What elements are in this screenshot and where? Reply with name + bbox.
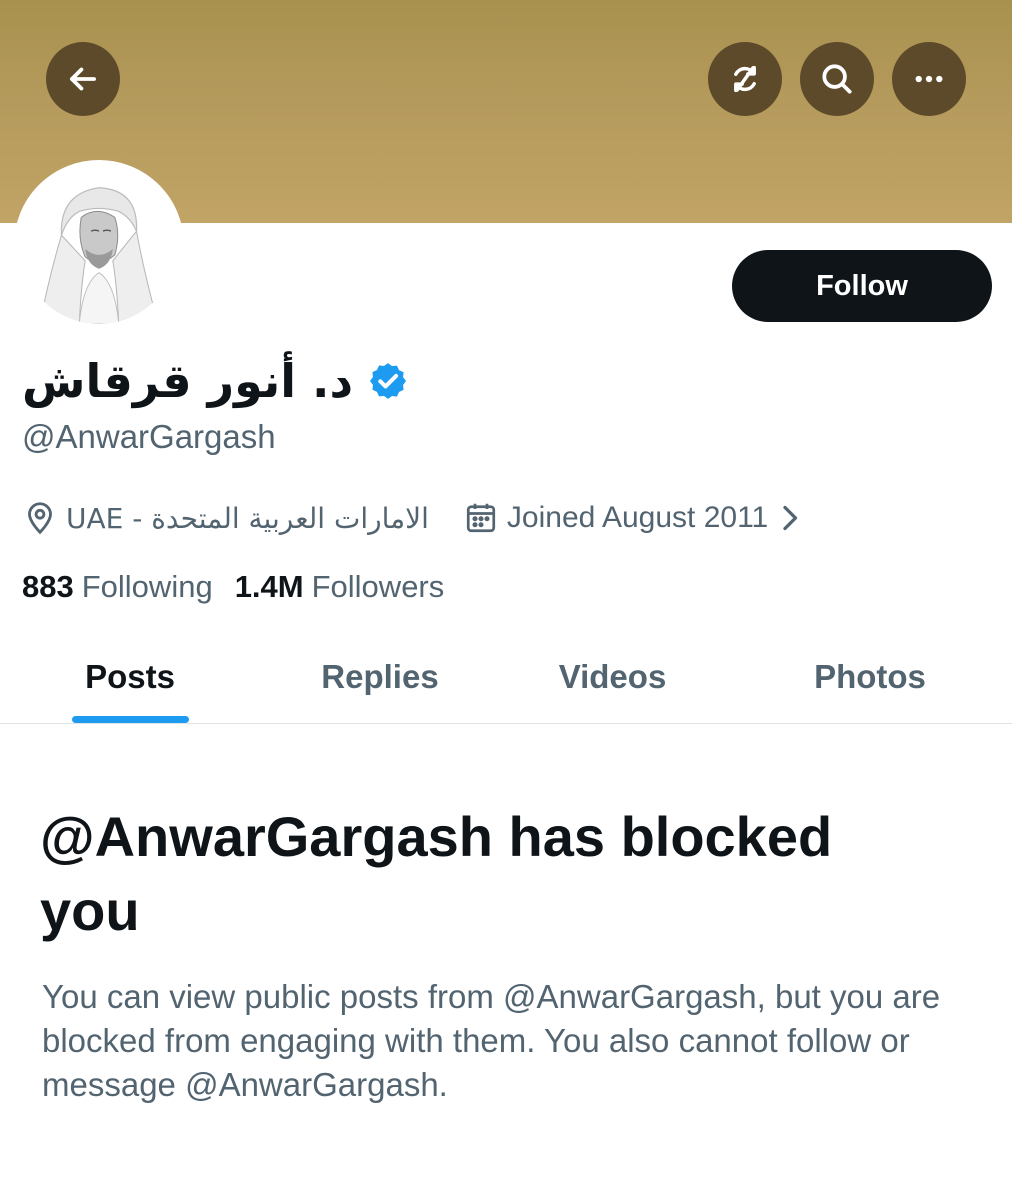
refresh-off-icon bbox=[726, 60, 764, 98]
follow-button[interactable]: Follow bbox=[732, 250, 992, 322]
tab-photos[interactable]: Photos bbox=[790, 630, 950, 723]
followers-stat[interactable]: 1.4M Followers bbox=[235, 569, 445, 605]
refresh-off-button[interactable] bbox=[708, 42, 782, 116]
calendar-icon bbox=[463, 500, 499, 536]
tab-replies[interactable]: Replies bbox=[300, 630, 460, 723]
arrow-left-icon bbox=[64, 60, 102, 98]
back-button[interactable] bbox=[46, 42, 120, 116]
location-pin-icon bbox=[22, 500, 58, 536]
following-count: 883 bbox=[22, 569, 74, 604]
followers-label: Followers bbox=[311, 569, 445, 604]
avatar[interactable] bbox=[14, 160, 184, 330]
chevron-right-icon bbox=[776, 500, 806, 536]
profile-tabs: Posts Replies Videos Photos bbox=[0, 630, 1012, 724]
tab-videos[interactable]: Videos bbox=[540, 630, 685, 723]
joined-text: Joined August 2011 bbox=[506, 501, 769, 534]
location-text: UAE - الامارات العربية المتحدة bbox=[66, 501, 429, 535]
blocked-title: @AnwarGargash has blocked you bbox=[40, 805, 833, 942]
verified-badge-icon[interactable] bbox=[367, 360, 409, 402]
profile-meta-row: UAE - الامارات العربية المتحدة Joined Au… bbox=[22, 496, 806, 540]
tab-posts[interactable]: Posts bbox=[60, 630, 200, 723]
search-button[interactable] bbox=[800, 42, 874, 116]
more-button[interactable] bbox=[892, 42, 966, 116]
blocked-description: You can view public posts from @AnwarGar… bbox=[42, 978, 941, 1103]
profile-handle: @AnwarGargash bbox=[22, 418, 276, 455]
follow-stats-row: 883 Following 1.4M Followers bbox=[22, 565, 444, 609]
following-label: Following bbox=[81, 569, 213, 604]
active-tab-indicator bbox=[72, 716, 189, 723]
location-item: UAE - الامارات العربية المتحدة bbox=[22, 500, 429, 536]
following-stat[interactable]: 883 Following bbox=[22, 569, 213, 605]
avatar-portrait-image bbox=[20, 166, 178, 324]
profile-name-row: د. أنور قرقاش bbox=[22, 346, 409, 416]
joined-item[interactable]: Joined August 2011 bbox=[463, 500, 806, 536]
search-icon bbox=[818, 60, 856, 98]
followers-count: 1.4M bbox=[234, 569, 304, 604]
more-horizontal-icon bbox=[910, 60, 948, 98]
display-name: د. أنور قرقاش bbox=[22, 354, 354, 408]
